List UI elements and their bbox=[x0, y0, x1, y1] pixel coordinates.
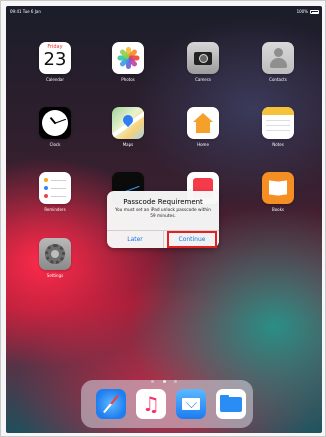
app-maps[interactable]: Maps bbox=[102, 107, 154, 147]
app-calendar[interactable]: Friday 23 Calendar bbox=[29, 42, 81, 82]
app-label: Books bbox=[271, 207, 285, 212]
app-books[interactable]: Books bbox=[252, 172, 304, 212]
alert-message: You must set an iPad unlock passcode wit… bbox=[114, 208, 212, 219]
contacts-icon bbox=[262, 42, 294, 74]
settings-icon bbox=[39, 238, 71, 270]
status-bar: 09:41 Tue 6 Jan 100% bbox=[6, 6, 322, 18]
app-camera[interactable]: Camera bbox=[177, 42, 229, 82]
files-icon[interactable] bbox=[216, 389, 246, 419]
passcode-alert: Passcode Requirement You must set an iPa… bbox=[107, 191, 219, 248]
app-reminders[interactable]: Reminders bbox=[29, 172, 81, 212]
battery-percent: 100% bbox=[296, 9, 308, 14]
app-label: Maps bbox=[122, 142, 134, 147]
safari-icon[interactable] bbox=[96, 389, 126, 419]
books-icon bbox=[262, 172, 294, 204]
app-label: Camera bbox=[195, 77, 211, 82]
app-label: Home bbox=[197, 142, 209, 147]
later-button[interactable]: Later bbox=[107, 231, 163, 248]
home-icon bbox=[187, 107, 219, 139]
calendar-date: 23 bbox=[43, 49, 67, 70]
app-settings[interactable]: Settings bbox=[29, 238, 81, 278]
dock: ♫ bbox=[81, 380, 253, 428]
photos-icon bbox=[112, 42, 144, 74]
app-label: Notes bbox=[272, 142, 284, 147]
battery-icon bbox=[310, 10, 319, 14]
app-label: Contacts bbox=[269, 77, 287, 82]
app-photos[interactable]: Photos bbox=[102, 42, 154, 82]
app-clock[interactable]: Clock bbox=[29, 107, 81, 147]
maps-icon bbox=[112, 107, 144, 139]
ipad-frame: 09:41 Tue 6 Jan 100% Friday 23 Calendar bbox=[0, 0, 326, 437]
music-icon[interactable]: ♫ bbox=[136, 389, 166, 419]
app-label: Clock bbox=[49, 142, 61, 147]
mail-icon[interactable] bbox=[176, 389, 206, 419]
app-label: Reminders bbox=[44, 207, 66, 212]
app-label: Calendar bbox=[46, 77, 64, 82]
app-home[interactable]: Home bbox=[177, 107, 229, 147]
app-notes[interactable]: Notes bbox=[252, 107, 304, 147]
notes-icon bbox=[262, 107, 294, 139]
app-contacts[interactable]: Contacts bbox=[252, 42, 304, 82]
alert-title: Passcode Requirement bbox=[123, 198, 203, 206]
reminders-icon bbox=[39, 172, 71, 204]
calendar-icon: Friday 23 bbox=[39, 42, 71, 74]
camera-icon bbox=[187, 42, 219, 74]
clock-icon bbox=[39, 107, 71, 139]
app-label: Photos bbox=[121, 77, 135, 82]
continue-button[interactable]: Continue bbox=[164, 231, 219, 248]
app-label: Settings bbox=[46, 273, 64, 278]
status-time: 09:41 Tue 6 Jan bbox=[10, 9, 41, 14]
